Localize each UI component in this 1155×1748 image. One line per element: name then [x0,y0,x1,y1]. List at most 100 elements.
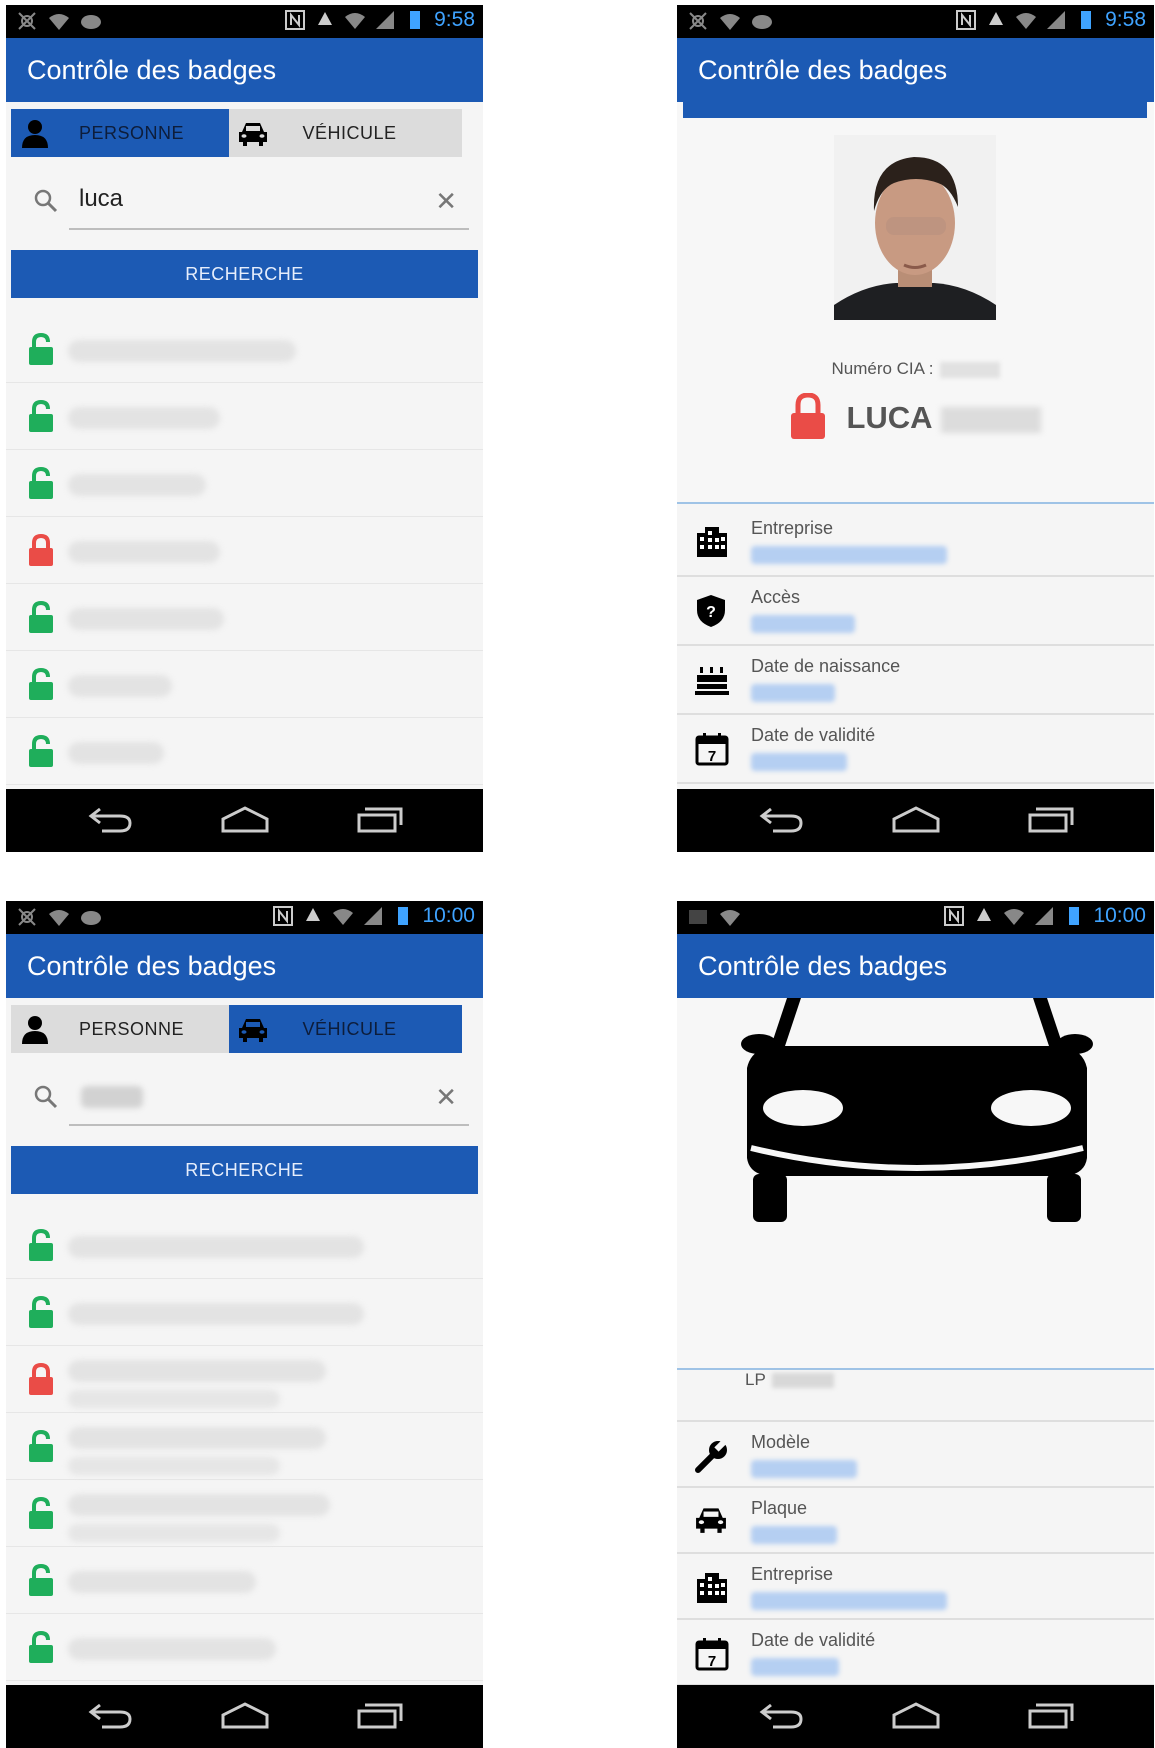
clear-icon[interactable]: ✕ [435,1082,457,1113]
battery-icon [398,907,409,925]
last-name-redacted [940,407,1041,433]
vehicle-image [741,998,1093,1222]
app-title: Contrôle des badges [698,55,948,85]
info-birthdate: Date de naissance [677,646,1154,715]
vehicle-header: LP [677,998,1154,1389]
recents-icon[interactable] [1027,1701,1075,1731]
list-item[interactable] [6,1614,483,1681]
back-icon[interactable] [88,1701,134,1731]
wifi-question-icon [720,14,740,30]
list-item[interactable] [6,651,483,718]
lock-open-icon [28,1429,54,1467]
search-input-redacted[interactable] [81,1086,143,1108]
info-label: Accès [751,587,801,607]
list-item[interactable] [6,1413,483,1480]
app-title: Contrôle des badges [698,951,948,981]
lock-open-icon [28,667,54,705]
list-item[interactable] [6,1279,483,1346]
list-item[interactable] [6,1547,483,1614]
clear-icon[interactable]: ✕ [435,186,457,217]
info-access: ? Accès [677,577,1154,646]
info-value-redacted [751,546,947,564]
app-bar: Contrôle des badges [677,934,1154,998]
tab-person[interactable]: PERSONNE [11,1005,244,1053]
nfc-icon [944,906,965,926]
vehicle-detail-screen: 10:00 Contrôle des badges LP Modèle Plaq… [677,901,1154,1748]
redacted-name [68,407,220,429]
list-item[interactable] [6,718,483,785]
list-item[interactable] [6,450,483,517]
car-icon [239,1019,267,1042]
home-icon[interactable] [220,1701,270,1731]
redacted-name [68,1360,326,1382]
tab-vehicle-label: VÉHICULE [302,122,397,143]
recents-icon[interactable] [1027,805,1075,835]
home-icon[interactable] [891,805,941,835]
search-underline [69,228,469,230]
car-icon [239,123,267,146]
clock: 10:00 [1093,904,1146,927]
home-icon[interactable] [220,805,270,835]
redacted-name [68,1390,280,1408]
tab-person[interactable]: PERSONNE [11,109,244,157]
wifi-icon [1004,909,1025,925]
list-item[interactable] [6,584,483,651]
lock-open-icon [28,1563,54,1601]
info-value-redacted [751,1658,839,1676]
search-button[interactable]: RECHERCHE [11,250,478,298]
list-item[interactable] [6,1212,483,1279]
search-button[interactable]: RECHERCHE [11,1146,478,1194]
home-icon[interactable] [891,1701,941,1731]
search-input[interactable]: luca [79,185,123,213]
spacer [677,1370,1154,1422]
game-icon [752,15,772,29]
alarm-off-icon [306,908,321,921]
back-icon[interactable] [759,1701,805,1731]
redacted-name [68,1638,276,1660]
tab-vehicle[interactable]: VÉHICULE [229,1005,462,1053]
redacted-name [68,675,172,697]
info-model: Modèle [677,1422,1154,1488]
signal-icon [376,11,395,29]
app-bar: Contrôle des badges [677,38,1154,102]
list-item[interactable] [6,1346,483,1413]
list-item[interactable] [6,383,483,450]
recents-icon[interactable] [356,805,404,835]
shield-question-icon: ? [697,595,725,627]
alarm-off-icon [318,12,333,25]
list-item[interactable] [6,517,483,584]
person-name: LUCA [677,392,1154,447]
search-icon [34,1085,58,1109]
list-item[interactable] [6,316,483,383]
notification-icon [689,12,707,30]
svg-text:?: ? [706,604,716,621]
info-label: Date de naissance [751,656,901,676]
app-bar: Contrôle des badges [6,934,483,998]
info-value-redacted [751,1526,837,1544]
info-validity: 7 Date de validité [677,1620,1154,1686]
battery-icon [410,11,421,29]
person-info: Entreprise ? Accès Date de naissance 7 D… [677,508,1154,784]
search-field[interactable]: ✕ [11,1064,479,1134]
wifi-question-icon [49,14,69,30]
info-plate: Plaque [677,1488,1154,1554]
redacted-name [68,1236,364,1258]
info-value-redacted [751,1592,947,1610]
info-label: Date de validité [751,725,876,745]
redacted-name [68,1494,330,1516]
wifi-icon [333,909,354,925]
clock: 10:00 [422,904,475,927]
type-tabs: PERSONNE VÉHICULE [11,1005,479,1053]
list-item[interactable] [6,1480,483,1547]
back-icon[interactable] [759,805,805,835]
lock-closed-icon [790,392,826,447]
tab-vehicle[interactable]: VÉHICULE [229,109,462,157]
person-detail-screen: 9:58 Contrôle des badges Numéro CIA : LU… [677,5,1154,852]
back-icon[interactable] [88,805,134,835]
battery-icon [1069,907,1080,925]
lock-open-icon [28,1496,54,1534]
search-field[interactable]: luca ✕ [11,168,479,238]
recents-icon[interactable] [356,1701,404,1731]
search-icon [34,189,58,213]
redacted-name [68,1457,280,1475]
